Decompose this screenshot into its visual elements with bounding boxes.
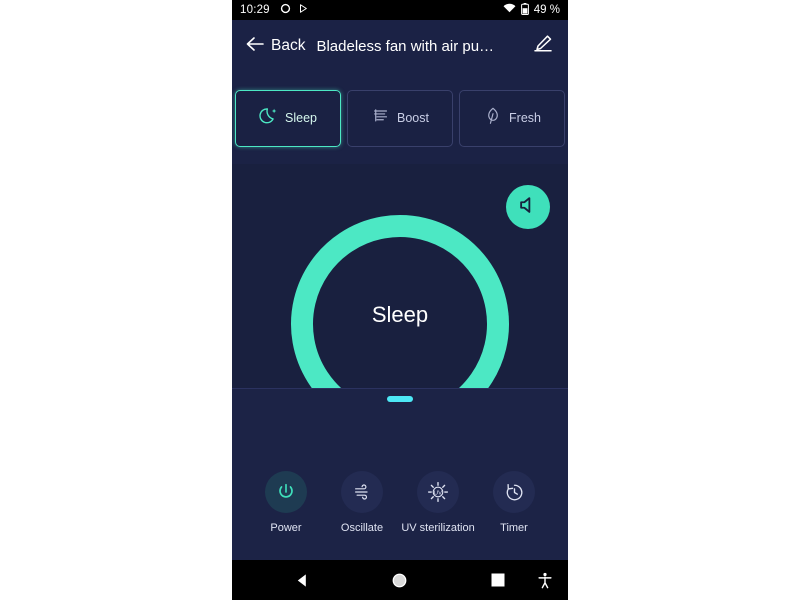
control-button-power[interactable]: Power [253, 471, 319, 534]
back-button[interactable]: Back [246, 36, 305, 57]
battery-icon [520, 2, 529, 18]
control-button-group: Power Oscillate UV UV sterilization Time… [232, 471, 568, 534]
android-nav-bar [232, 560, 568, 600]
svg-text:UV: UV [434, 490, 442, 496]
mode-label-sleep: Sleep [285, 111, 317, 125]
status-bar-left-icons [280, 3, 308, 17]
status-bar-clock: 10:29 [240, 4, 270, 16]
nav-recents-square[interactable] [491, 573, 505, 587]
panel-drag-handle[interactable] [387, 396, 413, 402]
mode-label-boost: Boost [397, 111, 429, 125]
dial-area: Sleep [232, 164, 568, 388]
control-label-power: Power [270, 522, 302, 534]
uv-sun-icon: UV [417, 471, 459, 513]
leaf-icon [483, 106, 503, 131]
phone-screen: 10:29 49 % Back Bladeless fan with air p… [232, 0, 568, 600]
mode-button-fresh[interactable]: Fresh [459, 89, 565, 147]
mode-button-sleep[interactable]: Sleep [235, 89, 341, 147]
control-button-uv-sterilization[interactable]: UV UV sterilization [401, 471, 475, 534]
pencil-edit-icon [532, 34, 554, 59]
mode-button-group: Sleep Boost Fresh [232, 72, 568, 164]
mode-label-fresh: Fresh [509, 111, 541, 125]
control-button-timer[interactable]: Timer [481, 471, 547, 534]
wind-lines-icon [371, 106, 391, 131]
control-button-oscillate[interactable]: Oscillate [329, 471, 395, 534]
page-title: Bladeless fan with air pu… [316, 37, 495, 55]
control-label-timer: Timer [500, 522, 528, 534]
nav-accessibility-icon[interactable] [537, 572, 553, 589]
dial-value-label: Sleep [371, 302, 429, 327]
speed-dial[interactable]: Sleep [284, 208, 516, 388]
arrow-left-icon [246, 36, 264, 57]
sound-toggle-button[interactable] [506, 185, 550, 229]
app-header: Back Bladeless fan with air pu… [232, 20, 568, 72]
back-label: Back [271, 37, 306, 54]
play-store-icon [298, 3, 308, 17]
nav-home-circle[interactable] [391, 572, 408, 589]
record-circle-icon [280, 3, 291, 17]
oscillate-wind-icon [341, 471, 383, 513]
edit-name-button[interactable] [532, 34, 554, 59]
controls-panel: Power Oscillate UV UV sterilization Time… [232, 388, 568, 561]
screenshot-root: 10:29 49 % Back Bladeless fan with air p… [0, 0, 800, 600]
mode-button-boost[interactable]: Boost [347, 89, 453, 147]
wifi-icon [503, 3, 516, 17]
status-bar: 10:29 49 % [232, 0, 568, 20]
moon-star-icon [259, 106, 279, 131]
control-label-oscillate: Oscillate [340, 522, 384, 534]
status-bar-right-icons: 49 % [503, 2, 560, 18]
battery-percentage: 49 % [533, 4, 560, 16]
speaker-mute-icon [517, 194, 539, 221]
control-label-uv-sterilization: UV sterilization [401, 522, 475, 534]
nav-back-triangle[interactable] [294, 572, 311, 589]
power-icon [265, 471, 307, 513]
timer-clock-icon [493, 471, 535, 513]
